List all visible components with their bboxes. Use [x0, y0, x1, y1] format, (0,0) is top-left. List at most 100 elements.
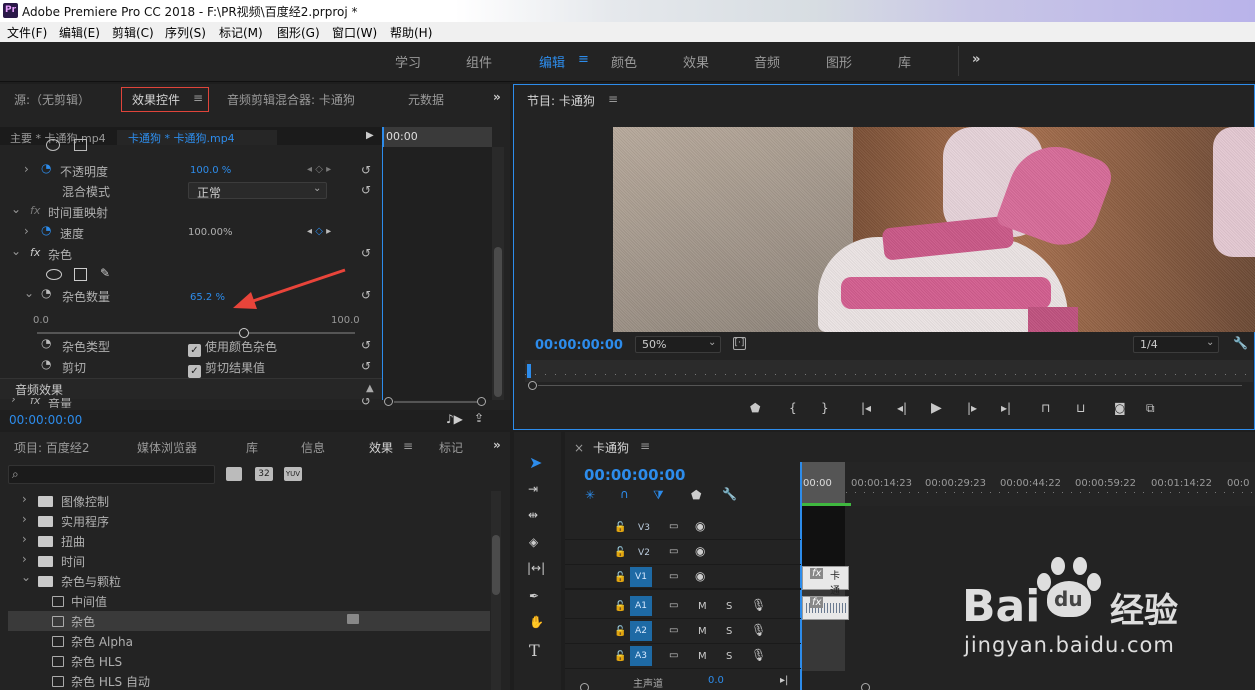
pen-tool-icon[interactable]: ✒	[529, 589, 539, 603]
zoom-select[interactable]: 50% ⌄	[635, 336, 721, 353]
program-monitor-title[interactable]: 节目: 卡通狗	[527, 92, 595, 109]
menu-graphics[interactable]: 图形(G)	[277, 24, 320, 41]
go-to-in-icon[interactable]: |◂	[861, 401, 871, 415]
lock-icon[interactable]: 🔓	[614, 522, 626, 533]
chevron-down-icon[interactable]: ⌄	[24, 286, 34, 300]
zoom-handle[interactable]	[384, 397, 393, 406]
sync-lock-icon[interactable]: ▭	[669, 625, 678, 636]
eye-icon[interactable]: ◉	[695, 519, 705, 533]
mute-button[interactable]: M	[698, 601, 707, 612]
workspace-overflow-icon[interactable]: »	[972, 52, 980, 67]
ec-scrollbar[interactable]	[492, 147, 504, 400]
reset-icon[interactable]: ↺	[361, 247, 373, 259]
sync-lock-icon[interactable]: ▭	[669, 571, 678, 582]
panel-overflow-icon[interactable]: »	[493, 90, 501, 104]
menu-clip[interactable]: 剪辑(C)	[112, 24, 154, 41]
folder-item[interactable]: › 扭曲	[8, 531, 490, 551]
close-icon[interactable]: ×	[574, 441, 584, 455]
add-marker-icon[interactable]: ⬟	[691, 488, 701, 502]
reset-icon[interactable]: ↺	[361, 289, 373, 301]
sync-lock-icon[interactable]: ▭	[669, 521, 678, 532]
add-marker-icon[interactable]: ⬟	[750, 401, 760, 415]
folder-item[interactable]: › 图像控制	[8, 491, 490, 511]
speed-value[interactable]: 100.00%	[188, 227, 233, 238]
blend-mode-select[interactable]: 正常 ⌄	[188, 182, 327, 200]
menu-help[interactable]: 帮助(H)	[390, 24, 432, 41]
workspace-color[interactable]: 颜色	[611, 52, 637, 71]
hand-tool-icon[interactable]: ✋	[529, 615, 544, 629]
lock-icon[interactable]: 🔓	[614, 547, 626, 558]
lock-icon[interactable]: 🔓	[614, 572, 626, 583]
sequence-clip-label[interactable]: 卡通狗 * 卡通狗.mp4	[128, 130, 235, 146]
panel-overflow-icon[interactable]: »	[493, 438, 501, 452]
rect-mask-icon[interactable]	[74, 268, 87, 281]
mute-button[interactable]: M	[698, 626, 707, 637]
ec-zoom-bar[interactable]	[382, 397, 492, 410]
32bit-effects-icon[interactable]: 32	[255, 467, 273, 481]
solo-button[interactable]: S	[726, 601, 732, 612]
export-icon[interactable]: ⇪	[474, 411, 484, 425]
workspace-graphics[interactable]: 图形	[826, 52, 852, 71]
safe-margins-icon[interactable]: [·]	[733, 337, 746, 350]
tab-source[interactable]: 源:（无剪辑）	[14, 91, 90, 108]
nest-toggle-icon[interactable]: ✳	[585, 488, 595, 502]
play-audio-icon[interactable]: ♪▶	[446, 412, 463, 426]
linked-selection-icon[interactable]: ⧩	[653, 488, 664, 503]
workspace-menu-icon[interactable]: ≡	[578, 52, 589, 67]
tab-libraries[interactable]: 库	[246, 439, 258, 456]
mark-out-icon[interactable]: }	[821, 401, 829, 415]
track-label[interactable]: V1	[630, 567, 652, 587]
zoom-handle[interactable]	[580, 683, 589, 690]
accelerated-effects-icon[interactable]	[226, 467, 242, 481]
tab-metadata[interactable]: 元数据	[408, 91, 444, 108]
stopwatch-icon[interactable]: ◔	[41, 223, 51, 237]
lock-icon[interactable]: 🔓	[614, 601, 626, 612]
step-back-icon[interactable]: ◂|	[897, 401, 907, 415]
slip-tool-icon[interactable]: |↔|	[527, 561, 545, 575]
step-forward-icon[interactable]: |▸	[967, 401, 977, 415]
tab-menu-icon[interactable]: ≡	[608, 92, 618, 106]
tab-project[interactable]: 项目: 百度经2	[14, 439, 90, 456]
tab-media-browser[interactable]: 媒体浏览器	[137, 439, 197, 456]
rect-mask-icon[interactable]	[74, 139, 87, 151]
compare-view-icon[interactable]: ⧉	[1146, 401, 1155, 416]
video-clip[interactable]: fx 卡通	[802, 566, 849, 597]
tab-menu-icon[interactable]: ≡	[193, 91, 203, 105]
reset-icon[interactable]: ↺	[361, 184, 373, 196]
fx-icon[interactable]: fx	[30, 204, 40, 217]
wrench-icon[interactable]: 🔧	[1233, 336, 1248, 350]
effect-item[interactable]: 杂色 HLS	[8, 651, 490, 671]
folder-item[interactable]: ⌄ 杂色与颗粒	[8, 570, 490, 591]
ellipse-mask-icon[interactable]	[46, 269, 62, 280]
scrollbar-thumb[interactable]	[494, 247, 502, 397]
ec-current-time[interactable]: 00:00:00:00	[9, 413, 82, 427]
checkbox-clip-result[interactable]: ✓	[188, 365, 201, 378]
stopwatch-icon[interactable]: ◔	[41, 357, 51, 371]
microphone-icon[interactable]: 🎙	[751, 623, 766, 637]
type-tool-icon[interactable]: T	[529, 641, 540, 660]
workspace-editing[interactable]: 编辑	[539, 52, 565, 71]
noise-amount-value[interactable]: 65.2 %	[190, 292, 225, 303]
ripple-edit-tool-icon[interactable]: ⇹	[528, 508, 538, 522]
chevron-right-icon[interactable]: ›	[11, 398, 16, 406]
export-frame-icon[interactable]: ◙	[1114, 401, 1126, 415]
effects-search-field[interactable]: ⌕	[8, 465, 215, 484]
effect-item[interactable]: 杂色 HLS 自动	[8, 671, 490, 690]
play-icon[interactable]: ▶	[931, 400, 942, 416]
reset-icon[interactable]: ↺	[361, 164, 373, 176]
folder-item[interactable]: › 时间	[8, 551, 490, 571]
program-timecode[interactable]: 00:00:00:00	[535, 338, 623, 353]
wrench-icon[interactable]: 🔧	[722, 487, 737, 501]
keyframe-nav-icon[interactable]: ◂ ◇ ▸	[307, 226, 331, 237]
mute-button[interactable]: M	[698, 651, 707, 662]
lock-icon[interactable]: 🔓	[614, 651, 626, 662]
track-label[interactable]: A1	[630, 596, 652, 616]
tab-effect-controls[interactable]: 效果控件	[132, 91, 180, 108]
snap-icon[interactable]: ∩	[620, 487, 629, 501]
mark-in-icon[interactable]: {	[789, 401, 797, 415]
microphone-icon[interactable]: 🎙	[751, 648, 766, 662]
menu-sequence[interactable]: 序列(S)	[165, 24, 206, 41]
lock-icon[interactable]: 🔓	[614, 626, 626, 637]
resolution-select[interactable]: 1/4 ⌄	[1133, 336, 1219, 353]
keyframe-nav-icon[interactable]: ◂ ◇ ▸	[307, 164, 331, 175]
